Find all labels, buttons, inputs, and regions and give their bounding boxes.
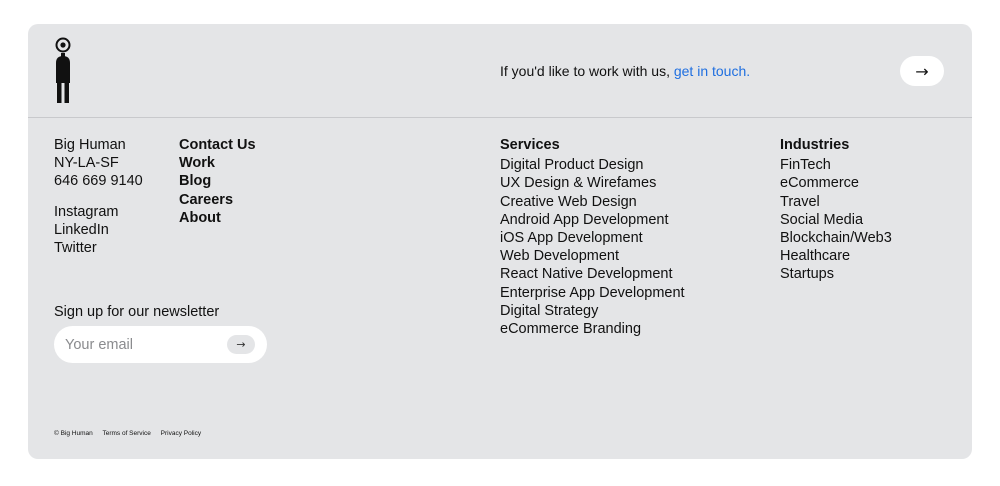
nav-blog[interactable]: Blog <box>179 172 256 190</box>
nav-contact-us[interactable]: Contact Us <box>179 136 256 154</box>
arrow-right-icon: → <box>915 61 929 81</box>
service-link[interactable]: UX Design & Wirefames <box>500 174 685 192</box>
industry-link[interactable]: Healthcare <box>780 247 892 265</box>
service-link[interactable]: React Native Development <box>500 265 685 283</box>
industry-link[interactable]: Startups <box>780 265 892 283</box>
industry-link[interactable]: FinTech <box>780 156 892 174</box>
terms-of-service-link[interactable]: Terms of Service <box>102 430 150 437</box>
site-footer: If you'd like to work with us, get in to… <box>28 24 972 459</box>
privacy-policy-link[interactable]: Privacy Policy <box>161 430 201 437</box>
footer-nav: Contact Us Work Blog Careers About <box>179 136 256 227</box>
industry-link[interactable]: eCommerce <box>780 174 892 192</box>
service-link[interactable]: eCommerce Branding <box>500 320 685 338</box>
services-column: Services Digital Product Design UX Desig… <box>500 136 685 338</box>
service-link[interactable]: Web Development <box>500 247 685 265</box>
arrow-right-icon: → <box>236 338 246 351</box>
cta-prefix: If you'd like to work with us, <box>500 63 674 79</box>
service-link[interactable]: iOS App Development <box>500 229 685 247</box>
company-phone[interactable]: 646 669 9140 <box>54 172 143 190</box>
legal-links: © Big Human Terms of Service Privacy Pol… <box>54 430 209 438</box>
service-link[interactable]: Enterprise App Development <box>500 284 685 302</box>
newsletter-form: → <box>54 326 267 363</box>
industry-link[interactable]: Travel <box>780 193 892 211</box>
newsletter-submit-button[interactable]: → <box>227 335 255 354</box>
service-link[interactable]: Digital Strategy <box>500 302 685 320</box>
service-link[interactable]: Android App Development <box>500 211 685 229</box>
company-name: Big Human <box>54 137 126 153</box>
contact-arrow-button[interactable]: → <box>900 56 944 86</box>
newsletter-label: Sign up for our newsletter <box>54 304 220 320</box>
copyright-text: © Big Human <box>54 430 93 437</box>
linkedin-link[interactable]: LinkedIn <box>54 221 143 239</box>
nav-careers[interactable]: Careers <box>179 191 256 209</box>
company-locations: NY-LA-SF <box>54 155 119 172</box>
services-heading: Services <box>500 137 560 153</box>
twitter-link[interactable]: Twitter <box>54 239 143 257</box>
footer-top-bar: If you'd like to work with us, get in to… <box>28 24 972 118</box>
email-input[interactable] <box>65 335 215 354</box>
service-link[interactable]: Creative Web Design <box>500 193 685 211</box>
industry-link[interactable]: Social Media <box>780 211 892 229</box>
nav-work[interactable]: Work <box>179 154 256 172</box>
industry-link[interactable]: Blockchain/Web3 <box>780 229 892 247</box>
industries-column: Industries FinTech eCommerce Travel Soci… <box>780 136 892 284</box>
nav-about[interactable]: About <box>179 209 256 227</box>
industries-heading: Industries <box>780 137 850 153</box>
get-in-touch-link[interactable]: get in touch. <box>674 63 750 79</box>
service-link[interactable]: Digital Product Design <box>500 156 685 174</box>
instagram-link[interactable]: Instagram <box>54 203 143 221</box>
cta-text: If you'd like to work with us, get in to… <box>500 62 750 80</box>
company-info: Big Human NY-LA-SF 646 669 9140 Instagra… <box>54 136 143 257</box>
big-human-logo-icon[interactable] <box>52 37 74 103</box>
